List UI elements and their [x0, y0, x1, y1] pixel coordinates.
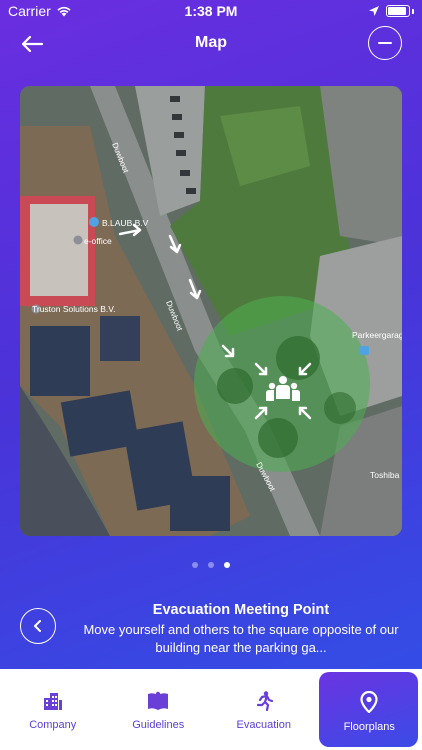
tab-label: Floorplans [343, 721, 395, 733]
tab-company[interactable]: Company [0, 669, 106, 750]
page-title: Map [195, 34, 227, 51]
tab-guidelines[interactable]: Guidelines [106, 669, 212, 750]
tab-bar: Company Guidelines Evacuation Floorplans [0, 669, 422, 750]
tab-label: Guidelines [132, 719, 185, 731]
map-label-poi-5: Toshiba [370, 470, 400, 480]
page-dot[interactable] [208, 562, 214, 568]
tab-evacuation[interactable]: Evacuation [211, 669, 317, 750]
previous-button[interactable] [20, 608, 56, 644]
running-person-icon [256, 691, 273, 711]
tab-label: Evacuation [236, 719, 291, 731]
battery-icon [386, 5, 410, 17]
chevron-left-icon [34, 620, 41, 632]
poi-pin-icon [89, 217, 99, 227]
map-label-poi-3: Truston Solutions B.V. [32, 304, 115, 314]
carrier-label: Carrier [8, 3, 51, 19]
page-indicator [0, 562, 422, 568]
map-label-poi-1: B.LAUB B.V [102, 218, 149, 228]
status-bar: Carrier 1:38 PM [0, 0, 422, 22]
page-dot-active[interactable] [224, 562, 230, 568]
tab-floorplans[interactable]: Floorplans [317, 669, 422, 750]
map-pin-icon [360, 691, 378, 713]
nav-bar: Map [0, 22, 422, 66]
book-icon [148, 691, 169, 710]
parking-icon [360, 346, 369, 355]
wifi-icon [57, 6, 71, 17]
info-description: Move yourself and others to the square o… [83, 622, 399, 655]
info-section: Evacuation Meeting Point Move yourself a… [0, 600, 422, 660]
poi-pin-icon [73, 235, 83, 245]
tab-label: Company [29, 719, 77, 731]
map-label-poi-2: e-office [84, 236, 112, 246]
info-title: Evacuation Meeting Point [152, 602, 330, 618]
satellite-map[interactable]: Duwboot Duwboot Duwboot B.LAUB B.V e-off… [20, 86, 402, 536]
map-label-poi-4: Parkeergarage [352, 330, 402, 340]
minus-icon [378, 42, 392, 44]
location-arrow-icon [369, 6, 379, 16]
zoom-out-button[interactable] [368, 26, 402, 60]
page-dot[interactable] [192, 562, 198, 568]
building-icon [43, 693, 62, 710]
